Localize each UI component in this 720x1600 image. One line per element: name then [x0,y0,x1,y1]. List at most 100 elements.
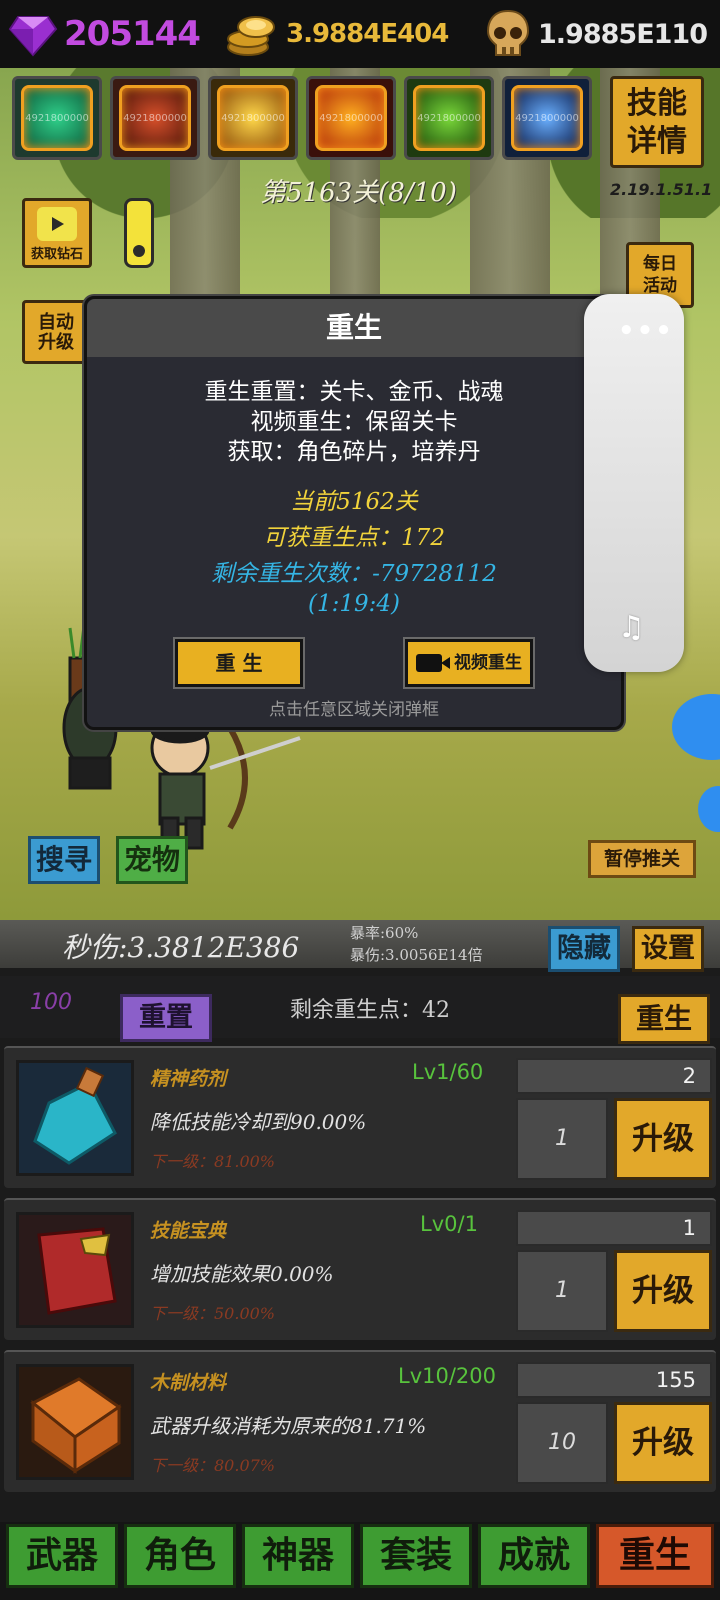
skull-icon [486,9,530,56]
bottom-tab-bar: 武器 角色 神器 套装 成就 重生 [0,1522,720,1600]
upgrade-cost: 1 [516,1210,712,1246]
tab-artifacts[interactable]: 神器 [242,1524,354,1588]
rebirth-timer: (1:19:4) [308,591,400,617]
rebirth-confirm-button[interactable]: 重 生 [175,639,303,687]
video-camera-icon [37,207,77,241]
upgrade-name: 精神药剂 [150,1068,227,1090]
crit-damage: 暴伤:3.0056E14倍 [350,946,483,964]
skill-bar: 4921800000 4921800000 4921800000 4921800… [12,76,592,160]
upgrade-description: 增加技能效果0.00% [150,1262,334,1286]
soul-counter: 1.9885E110 [484,6,708,62]
gold-counter: 3.9884E404 [226,6,449,62]
skill-slot-1[interactable]: 4921800000 [12,76,102,160]
skill-slot-6[interactable]: 4921800000 [502,76,592,160]
pause-stage-button[interactable]: 暂停推关 [588,840,696,878]
skill-detail-button[interactable]: 技能 详情 [610,76,704,168]
upgrade-quantity[interactable]: 1 [516,1098,608,1180]
skill-detail-label: 技能 详情 [627,86,687,159]
gem-counter: 205144 [8,6,201,62]
resource-bar: 205144 3.9884E404 1.9885E110 [0,0,720,68]
potion-icon [16,1060,134,1176]
tab-achievements[interactable]: 成就 [478,1524,590,1588]
tab-weapons[interactable]: 武器 [6,1524,118,1588]
skill-cooldown-label: 4921800000 [319,113,383,124]
upgrade-card: 木制材料 Lv10/200 武器升级消耗为原来的81.71% 下一级：80.07… [4,1350,716,1492]
music-off-icon[interactable]: ♫ [618,610,645,645]
current-stage-text: 当前5162关 [290,489,418,515]
reset-cost: 100 [30,990,72,1015]
tab-sets[interactable]: 套装 [360,1524,472,1588]
upgrade-quantity[interactable]: 10 [516,1402,608,1484]
video-rebirth-label: 视频重生 [454,653,522,673]
crit-rate: 暴率:60% [350,924,419,942]
skill-cooldown-label: 4921800000 [25,113,89,124]
upgrade-level: Lv1/60 [412,1060,484,1084]
gem-icon [8,16,58,57]
upgrade-next-level: 下一级：50.00% [150,1304,276,1323]
tab-rebirth[interactable]: 重生 [596,1524,714,1588]
upgrade-button[interactable]: 升级 [614,1402,712,1484]
skill-slot-3[interactable]: 4921800000 [208,76,298,160]
dps-text: 秒伤:3.3812E386 [62,931,300,964]
settings-button[interactable]: 设置 [632,926,704,972]
soul-count: 1.9885E110 [538,18,708,50]
upgrade-name: 技能宝典 [150,1220,227,1242]
game-screen: { "resources": { "gems": "205144", "gold… [0,0,720,1600]
upgrade-level: Lv10/200 [398,1364,497,1388]
gem-count: 205144 [64,14,201,54]
upgrade-description: 降低技能冷却到90.00% [150,1110,367,1134]
skill-slot-4[interactable]: 4921800000 [306,76,396,160]
upgrade-card: 精神药剂 Lv1/60 降低技能冷却到90.00% 下一级：81.00% 2 1… [4,1046,716,1188]
remaining-points: 剩余重生点：42 [290,998,450,1023]
floating-panel[interactable]: ••• ♫ [584,294,684,672]
auto-upgrade-label: 自动 升级 [38,312,74,353]
upgrade-cost: 2 [516,1058,712,1094]
wooden-crate-icon [16,1364,134,1480]
upgrade-cost: 155 [516,1362,712,1398]
hide-button[interactable]: 隐藏 [548,926,620,972]
dialog-title: 重生 [87,299,621,357]
auto-upgrade-button[interactable]: 自动 升级 [22,300,90,364]
upgrade-name: 木制材料 [150,1372,227,1394]
upgrade-quantity[interactable]: 1 [516,1250,608,1332]
upgrade-card: 技能宝典 Lv0/1 增加技能效果0.00% 下一级：50.00% 1 1 升级 [4,1198,716,1340]
rebirth-dialog: 重生 重生重置：关卡、金币、战魂 视频重生：保留关卡 获取：角色碎片，培养丹 当… [84,296,624,730]
skill-cooldown-label: 4921800000 [123,113,187,124]
dismiss-hint: 点击任意区域关闭弹框 [269,700,439,720]
daily-activity-label: 每日 活动 [643,254,677,296]
video-gem-button[interactable]: 获取钻石 [22,198,92,268]
skill-cooldown-label: 4921800000 [417,113,481,124]
upgrade-level: Lv0/1 [420,1212,478,1236]
dialog-video-info: 视频重生：保留关卡 [250,409,458,435]
skill-cooldown-label: 4921800000 [515,113,579,124]
upgrade-button[interactable]: 升级 [614,1250,712,1332]
pet-button[interactable]: 宠物 [116,836,188,884]
red-book-icon [16,1212,134,1328]
rebirth-count-text: 剩余重生次数：-79728112 [211,561,497,587]
upgrade-description: 武器升级消耗为原来的81.71% [150,1414,427,1438]
crit-info: 暴率:60% 暴伤:3.0056E14倍 [350,922,483,966]
stage-progress: 第5163关(8/10) [260,178,457,208]
rebirth-button[interactable]: 重生 [618,994,710,1044]
tab-characters[interactable]: 角色 [124,1524,236,1588]
more-dots-icon[interactable]: ••• [618,316,674,346]
search-button[interactable]: 搜寻 [28,836,100,884]
upgrade-next-level: 下一级：81.00% [150,1152,276,1171]
upgrade-button[interactable]: 升级 [614,1098,712,1180]
upgrade-next-level: 下一级：80.07% [150,1456,276,1475]
skill-slot-2[interactable]: 4921800000 [110,76,200,160]
gold-count: 3.9884E404 [286,19,449,49]
video-camera-icon [416,654,450,672]
video-rebirth-button[interactable]: 视频重生 [405,639,533,687]
reset-row: 100 剩余重生点：42 [0,976,720,1038]
dialog-reward-info: 获取：角色碎片，培养丹 [227,439,481,465]
video-gem-label: 获取钻石 [30,247,83,262]
alert-icon[interactable] [124,198,154,268]
dialog-reset-info: 重生重置：关卡、金币、战魂 [204,379,504,405]
version-label: 2.19.1.51.1 [610,180,713,199]
skill-slot-5[interactable]: 4921800000 [404,76,494,160]
gold-coins-icon [227,16,275,56]
reset-button[interactable]: 重置 [120,994,212,1042]
skill-cooldown-label: 4921800000 [221,113,285,124]
rebirth-points-text: 可获重生点：172 [263,525,445,551]
